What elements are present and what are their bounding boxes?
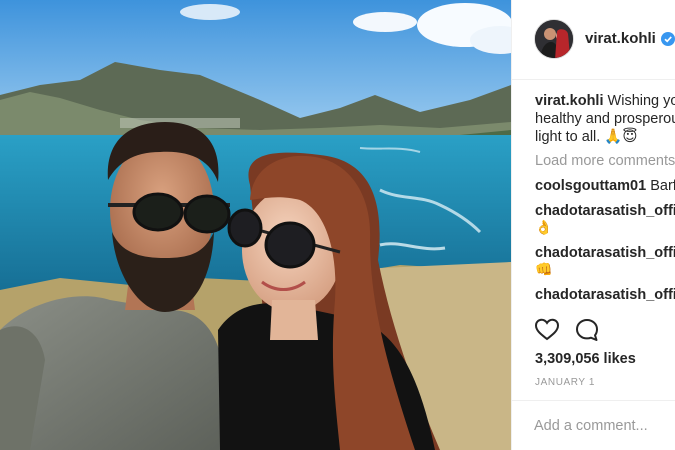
- comment-username[interactable]: coolsgouttam01: [535, 178, 646, 194]
- caption-line-1: virat.kohli Wishing yo: [535, 93, 675, 109]
- heart-icon[interactable]: [534, 317, 560, 343]
- comment-text: Barf: [650, 178, 675, 194]
- avatar-image: [535, 20, 573, 58]
- post-actions: [534, 317, 600, 345]
- load-more-comments-link[interactable]: Load more comments: [535, 153, 675, 169]
- avatar[interactable]: [534, 19, 574, 59]
- caption-line-2: healthy and prosperou: [535, 111, 675, 127]
- comment-username[interactable]: chadotarasatish_offic: [535, 245, 675, 261]
- comment-text: 👌: [535, 219, 553, 235]
- caption-line-3: light to all. 🙏😇: [535, 129, 638, 145]
- comment-item: coolsgouttam01 Barf: [535, 178, 675, 194]
- caption-username[interactable]: virat.kohli: [535, 93, 604, 109]
- comment-item: chadotarasatish_offic: [535, 245, 675, 261]
- likes-count[interactable]: 3,309,056 likes: [535, 351, 636, 367]
- post-photo[interactable]: [0, 0, 511, 450]
- verified-badge-icon: [660, 31, 675, 46]
- caption: virat.kohli Wishing yo healthy and prosp…: [535, 92, 675, 146]
- comment-username[interactable]: chadotarasatish_offic: [535, 287, 675, 303]
- header-username[interactable]: virat.kohli: [585, 30, 656, 47]
- add-comment-input[interactable]: [534, 415, 674, 437]
- post-header: virat.kohli: [512, 0, 675, 80]
- post-photo-illustration: [0, 0, 511, 450]
- comment-item: chadotarasatish_offic: [535, 203, 675, 219]
- post-date[interactable]: JANUARY 1: [535, 377, 595, 388]
- comment-text: 👊: [535, 261, 553, 277]
- post-side-panel: virat.kohli virat.kohli Wishing yo healt…: [511, 0, 675, 450]
- comment-bubble-icon[interactable]: [574, 317, 600, 343]
- add-comment-bar: [512, 400, 675, 450]
- comment-username[interactable]: chadotarasatish_offic: [535, 203, 675, 219]
- comment-item: chadotarasatish_offic: [535, 287, 675, 303]
